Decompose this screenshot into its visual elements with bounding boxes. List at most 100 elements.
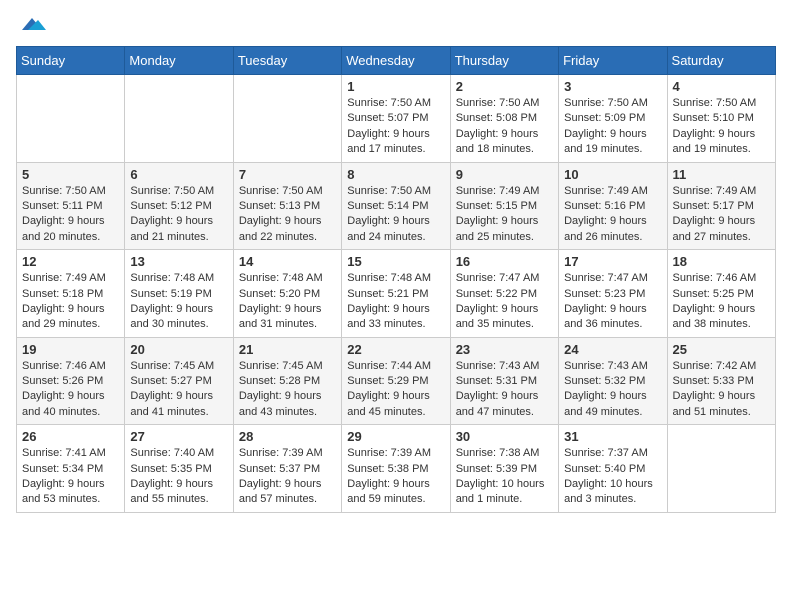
day-number: 17 — [564, 254, 661, 269]
calendar-cell: 2 Sunrise: 7:50 AMSunset: 5:08 PMDaylight… — [450, 75, 558, 163]
day-number: 23 — [456, 342, 553, 357]
day-info: Sunrise: 7:50 AMSunset: 5:11 PMDaylight:… — [22, 184, 119, 246]
day-number: 31 — [564, 429, 661, 444]
calendar-cell: 26Sunrise: 7:41 AMSunset: 5:34 PMDayligh… — [17, 425, 125, 513]
day-number: 6 — [130, 167, 227, 182]
day-number: 2 — [456, 79, 553, 94]
weekday-header: Sunday — [17, 47, 125, 75]
day-info: Sunrise: 7:49 AMSunset: 5:16 PMDaylight:… — [564, 184, 661, 246]
day-info: Sunrise: 7:49 AMSunset: 5:17 PMDaylight:… — [673, 184, 770, 246]
calendar-week-row: 19 Sunrise: 7:46 AMSunset: 5:26 PMDayligh… — [17, 337, 776, 425]
calendar-cell: 6 Sunrise: 7:50 AMSunset: 5:12 PMDaylight… — [125, 162, 233, 250]
calendar-cell: 27 Sunrise: 7:40 AMSunset: 5:35 PMDayligh… — [125, 425, 233, 513]
day-info: Sunrise: 7:46 AMSunset: 5:26 PMDaylight:… — [22, 359, 119, 421]
day-info: Sunrise: 7:50 AMSunset: 5:14 PMDaylight:… — [347, 184, 444, 246]
calendar-cell: 7Sunrise: 7:50 AMSunset: 5:13 PMDaylight… — [233, 162, 341, 250]
calendar-week-row: 1 Sunrise: 7:50 AMSunset: 5:07 PMDaylight… — [17, 75, 776, 163]
calendar-cell — [233, 75, 341, 163]
calendar-cell: 21 Sunrise: 7:45 AMSunset: 5:28 PMDayligh… — [233, 337, 341, 425]
calendar-cell: 13 Sunrise: 7:48 AMSunset: 5:19 PMDayligh… — [125, 250, 233, 338]
day-number: 27 — [130, 429, 227, 444]
day-number: 30 — [456, 429, 553, 444]
day-number: 19 — [22, 342, 119, 357]
weekday-header-row: SundayMondayTuesdayWednesdayThursdayFrid… — [17, 47, 776, 75]
weekday-header: Monday — [125, 47, 233, 75]
day-number: 21 — [239, 342, 336, 357]
day-number: 18 — [673, 254, 770, 269]
calendar-cell: 30 Sunrise: 7:38 AMSunset: 5:39 PMDayligh… — [450, 425, 558, 513]
weekday-header: Saturday — [667, 47, 775, 75]
day-info: Sunrise: 7:50 AMSunset: 5:08 PMDaylight:… — [456, 96, 553, 158]
day-info: Sunrise: 7:42 AMSunset: 5:33 PMDaylight:… — [673, 359, 770, 421]
calendar-cell: 12Sunrise: 7:49 AMSunset: 5:18 PMDayligh… — [17, 250, 125, 338]
weekday-header: Tuesday — [233, 47, 341, 75]
day-number: 3 — [564, 79, 661, 94]
day-number: 28 — [239, 429, 336, 444]
calendar-table: SundayMondayTuesdayWednesdayThursdayFrid… — [16, 46, 776, 513]
calendar-cell: 10 Sunrise: 7:49 AMSunset: 5:16 PMDayligh… — [559, 162, 667, 250]
calendar-cell: 16 Sunrise: 7:47 AMSunset: 5:22 PMDayligh… — [450, 250, 558, 338]
calendar-cell: 23 Sunrise: 7:43 AMSunset: 5:31 PMDayligh… — [450, 337, 558, 425]
calendar-cell: 24 Sunrise: 7:43 AMSunset: 5:32 PMDayligh… — [559, 337, 667, 425]
day-info: Sunrise: 7:49 AMSunset: 5:15 PMDaylight:… — [456, 184, 553, 246]
day-number: 24 — [564, 342, 661, 357]
day-info: Sunrise: 7:50 AMSunset: 5:13 PMDaylight:… — [239, 184, 336, 246]
day-info: Sunrise: 7:45 AMSunset: 5:28 PMDaylight:… — [239, 359, 336, 421]
calendar-week-row: 5 Sunrise: 7:50 AMSunset: 5:11 PMDaylight… — [17, 162, 776, 250]
day-info: Sunrise: 7:50 AMSunset: 5:12 PMDaylight:… — [130, 184, 227, 246]
calendar-cell: 5 Sunrise: 7:50 AMSunset: 5:11 PMDaylight… — [17, 162, 125, 250]
day-number: 11 — [673, 167, 770, 182]
day-number: 22 — [347, 342, 444, 357]
day-number: 13 — [130, 254, 227, 269]
day-info: Sunrise: 7:43 AMSunset: 5:32 PMDaylight:… — [564, 359, 661, 421]
day-number: 15 — [347, 254, 444, 269]
calendar-cell: 19 Sunrise: 7:46 AMSunset: 5:26 PMDayligh… — [17, 337, 125, 425]
day-number: 10 — [564, 167, 661, 182]
calendar-cell — [17, 75, 125, 163]
day-number: 26 — [22, 429, 119, 444]
calendar-cell: 31 Sunrise: 7:37 AMSunset: 5:40 PMDayligh… — [559, 425, 667, 513]
day-number: 20 — [130, 342, 227, 357]
day-number: 9 — [456, 167, 553, 182]
day-info: Sunrise: 7:50 AMSunset: 5:09 PMDaylight:… — [564, 96, 661, 158]
logo — [16, 16, 46, 34]
calendar-cell: 28 Sunrise: 7:39 AMSunset: 5:37 PMDayligh… — [233, 425, 341, 513]
day-info: Sunrise: 7:37 AMSunset: 5:40 PMDaylight:… — [564, 446, 661, 508]
day-info: Sunrise: 7:39 AMSunset: 5:37 PMDaylight:… — [239, 446, 336, 508]
logo-icon — [18, 16, 46, 34]
day-info: Sunrise: 7:50 AMSunset: 5:10 PMDaylight:… — [673, 96, 770, 158]
calendar-cell: 11 Sunrise: 7:49 AMSunset: 5:17 PMDayligh… — [667, 162, 775, 250]
day-number: 8 — [347, 167, 444, 182]
day-number: 16 — [456, 254, 553, 269]
day-info: Sunrise: 7:50 AMSunset: 5:07 PMDaylight:… — [347, 96, 444, 158]
day-number: 1 — [347, 79, 444, 94]
day-info: Sunrise: 7:48 AMSunset: 5:20 PMDaylight:… — [239, 271, 336, 333]
day-info: Sunrise: 7:48 AMSunset: 5:21 PMDaylight:… — [347, 271, 444, 333]
day-info: Sunrise: 7:44 AMSunset: 5:29 PMDaylight:… — [347, 359, 444, 421]
weekday-header: Thursday — [450, 47, 558, 75]
day-info: Sunrise: 7:40 AMSunset: 5:35 PMDaylight:… — [130, 446, 227, 508]
calendar-cell — [667, 425, 775, 513]
day-info: Sunrise: 7:38 AMSunset: 5:39 PMDaylight:… — [456, 446, 553, 508]
calendar-cell: 3 Sunrise: 7:50 AMSunset: 5:09 PMDaylight… — [559, 75, 667, 163]
day-number: 25 — [673, 342, 770, 357]
calendar-cell — [125, 75, 233, 163]
calendar-cell: 20Sunrise: 7:45 AMSunset: 5:27 PMDayligh… — [125, 337, 233, 425]
day-number: 14 — [239, 254, 336, 269]
weekday-header: Friday — [559, 47, 667, 75]
day-number: 4 — [673, 79, 770, 94]
day-info: Sunrise: 7:48 AMSunset: 5:19 PMDaylight:… — [130, 271, 227, 333]
day-info: Sunrise: 7:47 AMSunset: 5:22 PMDaylight:… — [456, 271, 553, 333]
weekday-header: Wednesday — [342, 47, 450, 75]
day-info: Sunrise: 7:39 AMSunset: 5:38 PMDaylight:… — [347, 446, 444, 508]
calendar-cell: 8 Sunrise: 7:50 AMSunset: 5:14 PMDaylight… — [342, 162, 450, 250]
calendar-cell: 15 Sunrise: 7:48 AMSunset: 5:21 PMDayligh… — [342, 250, 450, 338]
calendar-cell: 17Sunrise: 7:47 AMSunset: 5:23 PMDayligh… — [559, 250, 667, 338]
day-info: Sunrise: 7:43 AMSunset: 5:31 PMDaylight:… — [456, 359, 553, 421]
day-info: Sunrise: 7:46 AMSunset: 5:25 PMDaylight:… — [673, 271, 770, 333]
calendar-cell: 4 Sunrise: 7:50 AMSunset: 5:10 PMDaylight… — [667, 75, 775, 163]
calendar-cell: 22 Sunrise: 7:44 AMSunset: 5:29 PMDayligh… — [342, 337, 450, 425]
day-number: 12 — [22, 254, 119, 269]
day-number: 5 — [22, 167, 119, 182]
page-header — [16, 16, 776, 34]
